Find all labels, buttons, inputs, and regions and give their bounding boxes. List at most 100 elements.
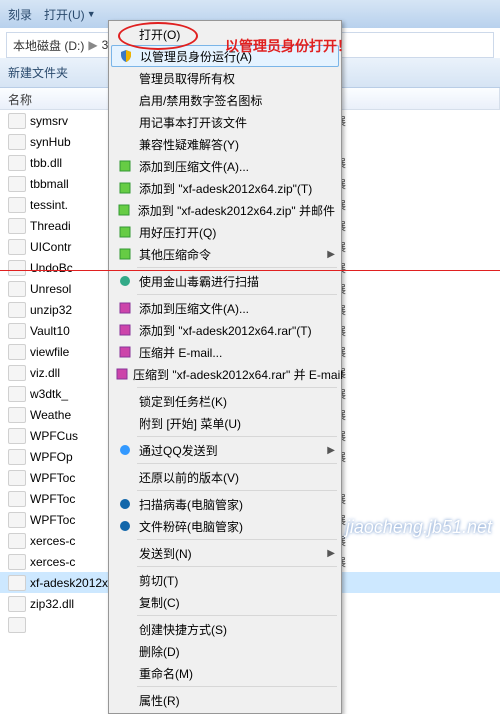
chevron-down-icon: ▼ (87, 9, 96, 19)
menu-item[interactable]: 启用/禁用数字签名图标 (111, 89, 339, 111)
menu-item[interactable]: 创建快捷方式(S) (111, 618, 339, 640)
annotation-text: 以管理员身份打开！ (225, 36, 351, 56)
open-dropdown[interactable]: 打开(U) (44, 6, 85, 23)
submenu-arrow-icon: ▶ (327, 445, 335, 456)
file-icon (8, 218, 26, 234)
chevron-right-icon: ▶ (88, 38, 97, 52)
menu-label: 还原以前的版本(V) (135, 469, 335, 486)
menu-label: 剪切(T) (135, 572, 335, 589)
menu-item[interactable]: 发送到(N)▶ (111, 542, 339, 564)
menu-icon (115, 26, 135, 42)
file-icon (8, 449, 26, 465)
file-icon (8, 491, 26, 507)
menu-icon (115, 224, 135, 240)
crumb-drive[interactable]: 本地磁盘 (D:) (13, 37, 84, 54)
menu-label: 添加到 "xf-adesk2012x64.zip"(T) (135, 180, 335, 197)
menu-item[interactable]: 压缩到 "xf-adesk2012x64.rar" 并 E-mail (111, 363, 339, 385)
file-icon (8, 575, 26, 591)
menu-label: 压缩到 "xf-adesk2012x64.rar" 并 E-mail (129, 366, 343, 383)
menu-label: 添加到 "xf-adesk2012x64.rar"(T) (135, 322, 335, 339)
file-icon (8, 554, 26, 570)
file-icon (8, 176, 26, 192)
menu-item[interactable]: 属性(R) (111, 689, 339, 711)
menu-item[interactable]: 添加到压缩文件(A)... (111, 155, 339, 177)
menu-icon (115, 158, 135, 174)
file-icon (8, 197, 26, 213)
menu-label: 锁定到任务栏(K) (135, 393, 335, 410)
menu-item[interactable]: 添加到 "xf-adesk2012x64.zip"(T) (111, 177, 339, 199)
file-icon (8, 428, 26, 444)
menu-label: 兼容性疑难解答(Y) (135, 136, 335, 153)
file-icon (8, 596, 26, 612)
menu-icon (115, 692, 135, 708)
watermark: jiaocheng.jb51.net (346, 517, 492, 538)
menu-item[interactable]: 重命名(M) (111, 662, 339, 684)
menu-item[interactable]: 其他压缩命令▶ (111, 243, 339, 265)
menu-item[interactable]: 添加到 "xf-adesk2012x64.zip" 并邮件 (111, 199, 339, 221)
menu-separator (137, 463, 337, 464)
menu-label: 创建快捷方式(S) (135, 621, 335, 638)
menu-item[interactable]: 压缩并 E-mail... (111, 341, 339, 363)
menu-label: 管理员取得所有权 (135, 70, 335, 87)
menu-item[interactable]: 用好压打开(Q) (111, 221, 339, 243)
menu-label: 属性(R) (135, 692, 335, 709)
menu-label: 添加到压缩文件(A)... (135, 158, 335, 175)
menu-label: 发送到(N) (135, 545, 327, 562)
menu-icon (115, 415, 135, 431)
menu-icon (115, 322, 135, 338)
file-icon (8, 323, 26, 339)
menu-icon (115, 114, 135, 130)
submenu-arrow-icon: ▶ (327, 548, 335, 559)
menu-separator (137, 436, 337, 437)
menu-icon (115, 496, 135, 512)
file-icon (8, 365, 26, 381)
file-icon (8, 470, 26, 486)
menu-item[interactable]: 使用金山毒霸进行扫描 (111, 270, 339, 292)
menu-icon (115, 246, 135, 262)
file-icon (8, 344, 26, 360)
menu-icon (115, 202, 134, 218)
menu-item[interactable]: 附到 [开始] 菜单(U) (111, 412, 339, 434)
menu-item[interactable]: 添加到 "xf-adesk2012x64.rar"(T) (111, 319, 339, 341)
file-icon (8, 533, 26, 549)
file-icon (8, 155, 26, 171)
annotation-line (0, 270, 500, 271)
file-icon (8, 302, 26, 318)
menu-icon (115, 300, 135, 316)
menu-label: 添加到压缩文件(A)... (135, 300, 335, 317)
file-icon (8, 281, 26, 297)
file-icon (8, 512, 26, 528)
file-icon (8, 134, 26, 150)
menu-item[interactable]: 管理员取得所有权 (111, 67, 339, 89)
menu-item[interactable]: 兼容性疑难解答(Y) (111, 133, 339, 155)
file-icon (8, 239, 26, 255)
menu-item[interactable]: 锁定到任务栏(K) (111, 390, 339, 412)
menu-item[interactable]: 添加到压缩文件(A)... (111, 297, 339, 319)
menu-icon (115, 643, 135, 659)
menu-item[interactable]: 通过QQ发送到▶ (111, 439, 339, 461)
menu-separator (137, 387, 337, 388)
menu-icon (115, 136, 135, 152)
menu-item[interactable]: 文件粉碎(电脑管家) (111, 515, 339, 537)
menu-icon (115, 665, 135, 681)
menu-label: 文件粉碎(电脑管家) (135, 518, 335, 535)
menu-icon (115, 70, 135, 86)
new-folder-button[interactable]: 新建文件夹 (8, 64, 68, 81)
menu-icon (115, 180, 135, 196)
menu-item[interactable]: 复制(C) (111, 591, 339, 613)
menu-label: 添加到 "xf-adesk2012x64.zip" 并邮件 (134, 202, 335, 219)
menu-item[interactable]: 用记事本打开该文件 (111, 111, 339, 133)
menu-label: 使用金山毒霸进行扫描 (135, 273, 335, 290)
menu-item[interactable]: 扫描病毒(电脑管家) (111, 493, 339, 515)
menu-icon (115, 572, 135, 588)
menu-item[interactable]: 删除(D) (111, 640, 339, 662)
menu-item[interactable]: 剪切(T) (111, 569, 339, 591)
menu-label: 用好压打开(Q) (135, 224, 335, 241)
burn-label[interactable]: 刻录 (8, 6, 32, 23)
file-icon (8, 407, 26, 423)
menu-label: 重命名(M) (135, 665, 335, 682)
file-icon (8, 386, 26, 402)
menu-separator (137, 615, 337, 616)
submenu-arrow-icon: ▶ (327, 249, 335, 260)
menu-item[interactable]: 还原以前的版本(V) (111, 466, 339, 488)
